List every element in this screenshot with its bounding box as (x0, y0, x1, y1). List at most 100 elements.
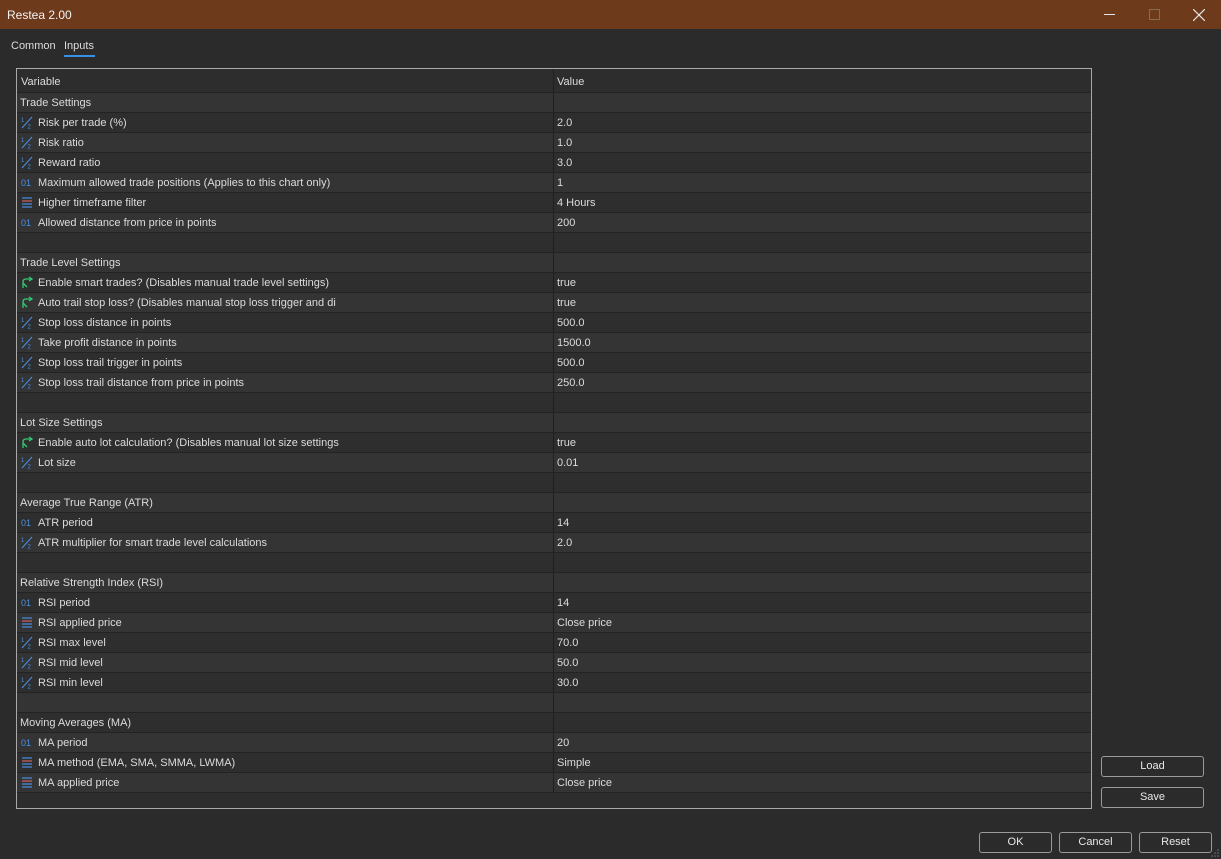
input-row[interactable]: Enable auto lot calculation? (Disables m… (17, 433, 1091, 453)
variable-cell[interactable]: 1 2 Stop loss distance in points (17, 313, 552, 332)
input-row[interactable]: 1 2 ATR multiplier for smart trade level c… (17, 533, 1091, 553)
group-header-row[interactable]: Relative Strength Index (RSI) (17, 573, 1091, 593)
input-row[interactable]: 01 RSI period 14 (17, 593, 1091, 613)
input-row[interactable]: 1 2 RSI mid level 50.0 (17, 653, 1091, 673)
input-row[interactable]: 01 ATR period 14 (17, 513, 1091, 533)
variable-cell[interactable]: 01 Allowed distance from price in points (17, 213, 552, 232)
value-cell[interactable]: Close price (553, 613, 1091, 632)
input-row[interactable]: 01 MA period 20 (17, 733, 1091, 753)
variable-label: RSI mid level (38, 657, 103, 669)
variable-cell[interactable]: MA applied price (17, 773, 552, 792)
value-cell[interactable]: 250.0 (553, 373, 1091, 392)
input-row[interactable]: Enable smart trades? (Disables manual tr… (17, 273, 1091, 293)
input-row[interactable]: 1 2 RSI max level 70.0 (17, 633, 1091, 653)
group-header-row[interactable]: Lot Size Settings (17, 413, 1091, 433)
input-row[interactable]: MA applied price Close price (17, 773, 1091, 793)
column-header-variable[interactable]: Variable (17, 69, 552, 92)
input-row[interactable]: 1 2 Lot size 0.01 (17, 453, 1091, 473)
variable-label: Lot size (38, 457, 76, 469)
input-row[interactable]: 1 2 Stop loss trail trigger in points 500.0 (17, 353, 1091, 373)
input-row[interactable]: 1 2 RSI min level 30.0 (17, 673, 1091, 693)
group-header-row[interactable]: Average True Range (ATR) (17, 493, 1091, 513)
value-cell[interactable]: 3.0 (553, 153, 1091, 172)
ok-button[interactable]: OK (979, 832, 1052, 853)
value-cell[interactable]: 4 Hours (553, 193, 1091, 212)
variable-cell[interactable]: 1 2 Risk ratio (17, 133, 552, 152)
value-cell[interactable]: 2.0 (553, 113, 1091, 132)
variable-cell[interactable]: 01 RSI period (17, 593, 552, 612)
variable-label: Reward ratio (38, 157, 101, 169)
value-cell[interactable]: 1.0 (553, 133, 1091, 152)
spacer-row (17, 473, 1091, 493)
resize-grip-icon[interactable] (1211, 849, 1219, 857)
variable-cell[interactable]: MA method (EMA, SMA, SMMA, LWMA) (17, 753, 552, 772)
variable-cell[interactable]: 01 ATR period (17, 513, 552, 532)
title-bar[interactable]: Restea 2.00 (0, 0, 1221, 29)
input-row[interactable]: 1 2 Reward ratio 3.0 (17, 153, 1091, 173)
value-cell[interactable]: 1 (553, 173, 1091, 192)
variable-cell[interactable]: 1 2 RSI min level (17, 673, 552, 692)
variable-cell[interactable]: 1 2 Stop loss trail trigger in points (17, 353, 552, 372)
variable-cell[interactable]: 1 2 Risk per trade (%) (17, 113, 552, 132)
variable-cell[interactable]: Enable auto lot calculation? (Disables m… (17, 433, 552, 452)
maximize-button[interactable] (1131, 0, 1177, 29)
group-header-row[interactable]: Trade Level Settings (17, 253, 1091, 273)
reset-button[interactable]: Reset (1139, 832, 1212, 853)
variable-cell[interactable]: 1 2 ATR multiplier for smart trade level c… (17, 533, 552, 552)
cancel-button[interactable]: Cancel (1059, 832, 1132, 853)
value-cell[interactable]: Close price (553, 773, 1091, 792)
group-header-row[interactable]: Moving Averages (MA) (17, 713, 1091, 733)
variable-cell[interactable]: RSI applied price (17, 613, 552, 632)
value-cell[interactable]: 20 (553, 733, 1091, 752)
value-cell[interactable]: 200 (553, 213, 1091, 232)
variable-cell[interactable]: Higher timeframe filter (17, 193, 552, 212)
variable-label: MA method (EMA, SMA, SMMA, LWMA) (38, 757, 236, 769)
variable-cell[interactable]: 1 2 Stop loss trail distance from price in… (17, 373, 552, 392)
value-cell[interactable]: 0.01 (553, 453, 1091, 472)
value-cell[interactable]: 500.0 (553, 353, 1091, 372)
value-cell[interactable]: 50.0 (553, 653, 1091, 672)
input-row[interactable]: MA method (EMA, SMA, SMMA, LWMA) Simple (17, 753, 1091, 773)
variable-cell[interactable]: Auto trail stop loss? (Disables manual s… (17, 293, 552, 312)
input-row[interactable]: 01 Maximum allowed trade positions (Appli… (17, 173, 1091, 193)
value-cell[interactable]: true (553, 293, 1091, 312)
svg-text:1: 1 (21, 338, 25, 344)
inputs-grid[interactable]: Variable Value Trade Settings 1 2 Risk per … (16, 68, 1092, 809)
variable-cell[interactable]: 1 2 RSI mid level (17, 653, 552, 672)
value-cell[interactable]: 14 (553, 593, 1091, 612)
variable-cell[interactable]: 01 Maximum allowed trade positions (Appli… (17, 173, 552, 192)
input-row[interactable]: 1 2 Risk ratio 1.0 (17, 133, 1091, 153)
variable-cell[interactable]: 1 2 RSI max level (17, 633, 552, 652)
column-header-value[interactable]: Value (553, 69, 1091, 92)
value-cell[interactable]: Simple (553, 753, 1091, 772)
variable-cell[interactable]: 1 2 Lot size (17, 453, 552, 472)
minimize-button[interactable] (1086, 0, 1132, 29)
input-row[interactable]: Higher timeframe filter 4 Hours (17, 193, 1091, 213)
input-row[interactable]: 1 2 Stop loss distance in points 500.0 (17, 313, 1091, 333)
close-button[interactable] (1176, 0, 1221, 29)
tab-inputs[interactable]: Inputs (64, 40, 95, 57)
value-cell[interactable]: true (553, 433, 1091, 452)
variable-cell[interactable]: 1 2 Reward ratio (17, 153, 552, 172)
tab-common[interactable]: Common (11, 40, 56, 52)
value-cell[interactable]: 30.0 (553, 673, 1091, 692)
value-cell[interactable]: 2.0 (553, 533, 1091, 552)
value-cell[interactable]: true (553, 273, 1091, 292)
variable-cell[interactable]: Enable smart trades? (Disables manual tr… (17, 273, 552, 292)
variable-cell[interactable]: 01 MA period (17, 733, 552, 752)
value-cell[interactable]: 14 (553, 513, 1091, 532)
input-row[interactable]: 1 2 Take profit distance in points 1500.0 (17, 333, 1091, 353)
input-row[interactable]: Auto trail stop loss? (Disables manual s… (17, 293, 1091, 313)
group-header-row[interactable]: Trade Settings (17, 93, 1091, 113)
value-cell[interactable]: 70.0 (553, 633, 1091, 652)
spacer-cell (553, 233, 1091, 252)
input-row[interactable]: 1 2 Stop loss trail distance from price in… (17, 373, 1091, 393)
load-button[interactable]: Load (1101, 756, 1204, 777)
value-cell[interactable]: 1500.0 (553, 333, 1091, 352)
save-button[interactable]: Save (1101, 787, 1204, 808)
input-row[interactable]: 1 2 Risk per trade (%) 2.0 (17, 113, 1091, 133)
input-row[interactable]: 01 Allowed distance from price in points 2… (17, 213, 1091, 233)
input-row[interactable]: RSI applied price Close price (17, 613, 1091, 633)
variable-cell[interactable]: 1 2 Take profit distance in points (17, 333, 552, 352)
value-cell[interactable]: 500.0 (553, 313, 1091, 332)
